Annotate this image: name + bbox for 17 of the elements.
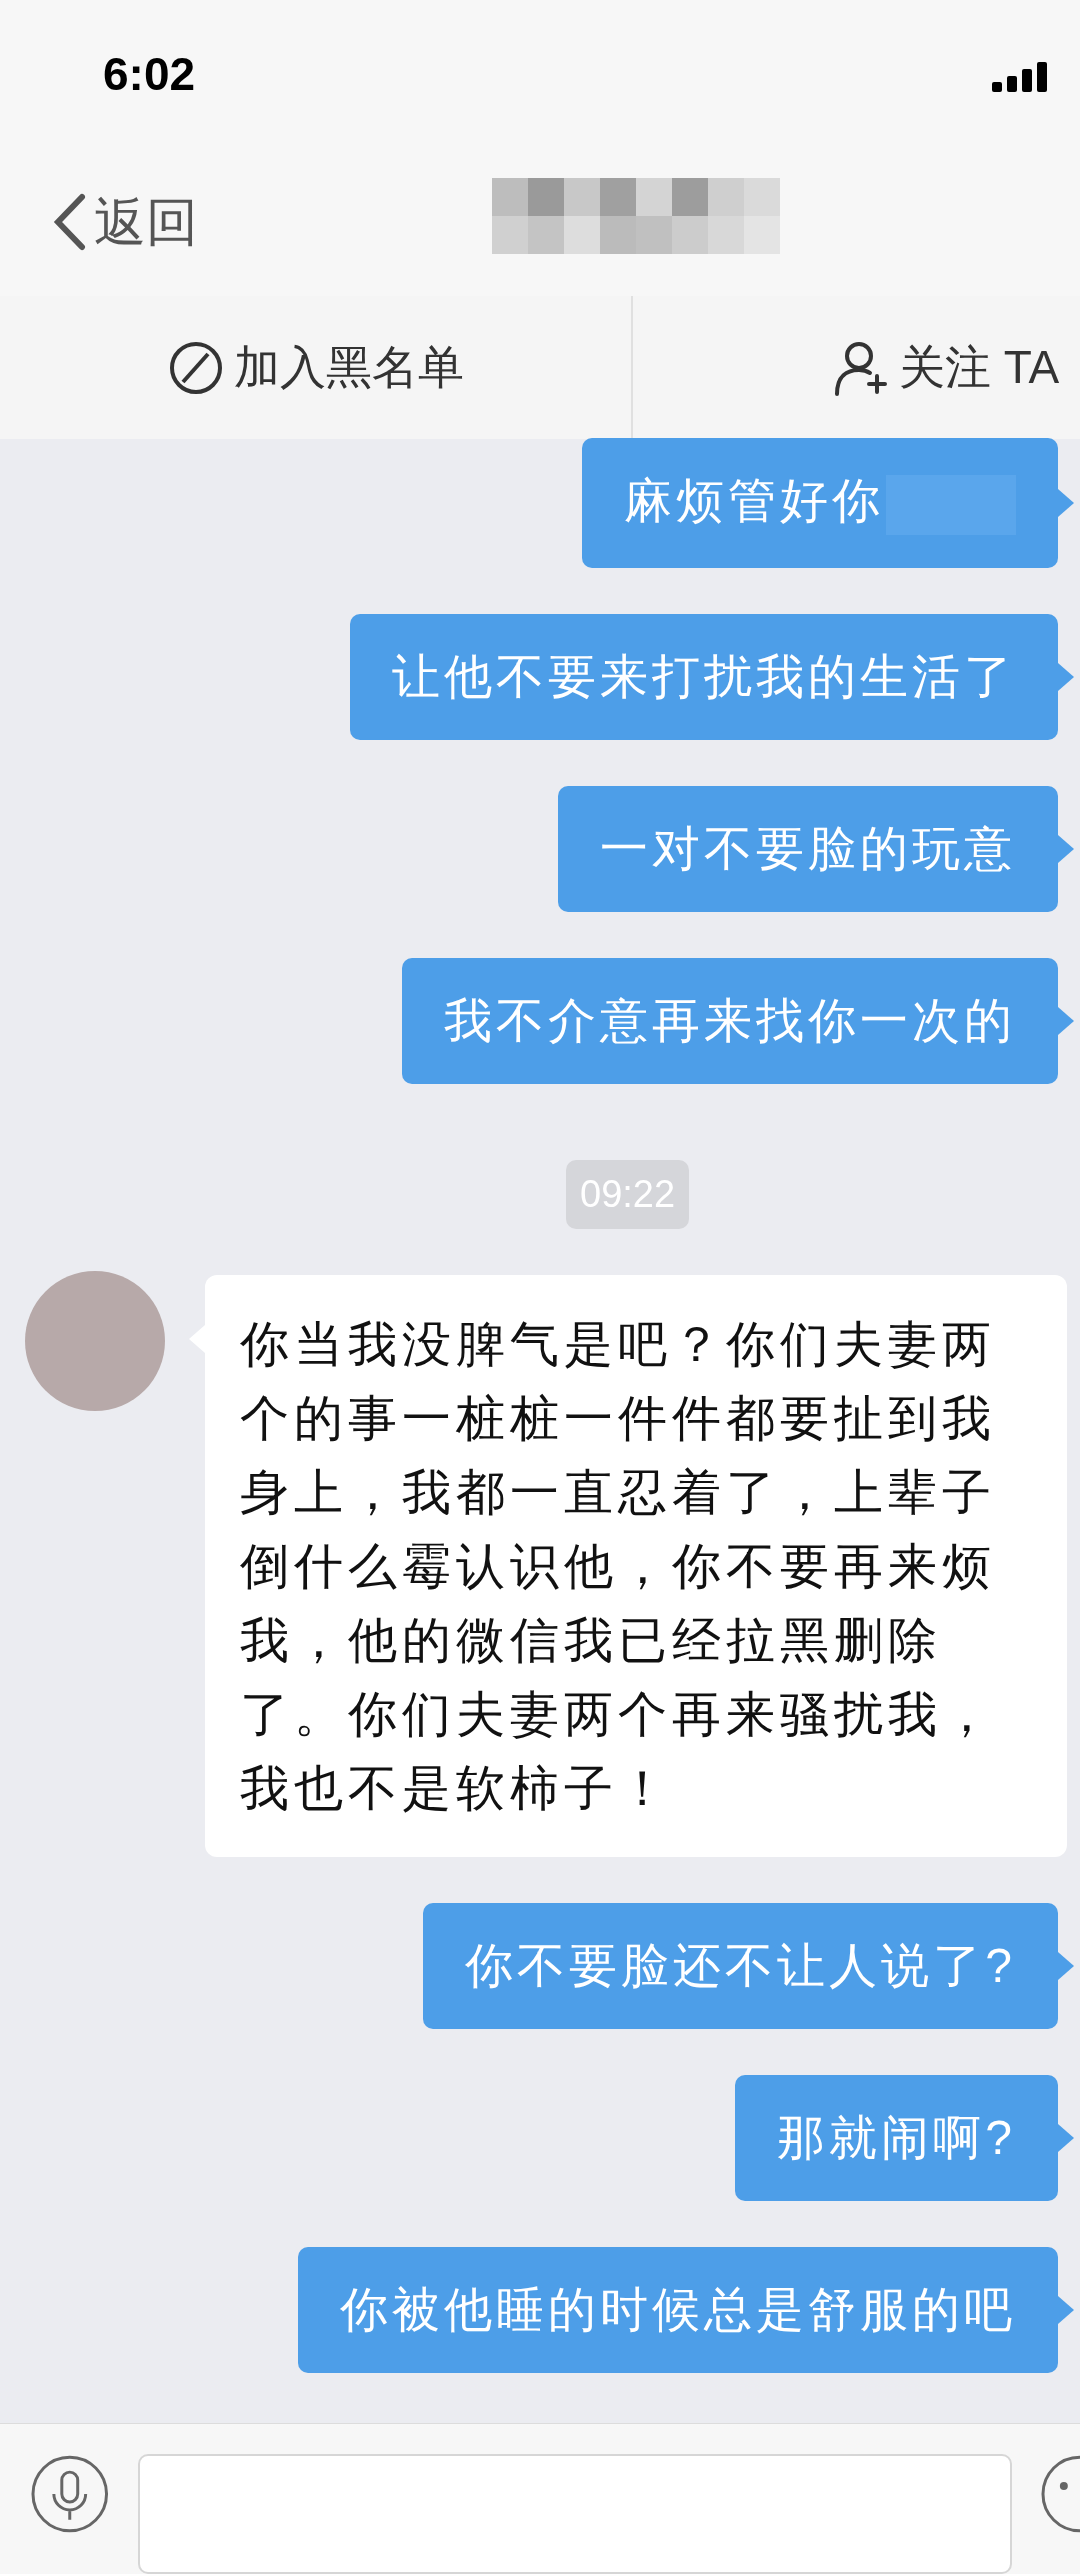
bubble-tail xyxy=(1058,489,1074,518)
bubble-tail xyxy=(1058,662,1074,691)
bubble-tail xyxy=(1058,1006,1074,1035)
smiley-icon[interactable] xyxy=(1040,2454,1080,2534)
prohibited-icon xyxy=(167,339,224,396)
back-button[interactable]: 返回 xyxy=(52,183,198,262)
bubble-tail xyxy=(1058,834,1074,863)
bubble-tail xyxy=(1058,2123,1074,2152)
status-time: 6:02 xyxy=(103,46,196,102)
bubble-tail xyxy=(1058,1951,1074,1980)
bubble-tail xyxy=(1058,2295,1074,2324)
signal-icon xyxy=(992,62,1050,93)
message-input-field[interactable] xyxy=(137,2454,1013,2574)
blacklist-button[interactable]: 加入黑名单 xyxy=(167,333,464,403)
follow-button[interactable]: 关注 TA xyxy=(833,333,1060,403)
chevron-left-icon xyxy=(52,193,86,252)
microphone-icon[interactable] xyxy=(30,2454,110,2534)
